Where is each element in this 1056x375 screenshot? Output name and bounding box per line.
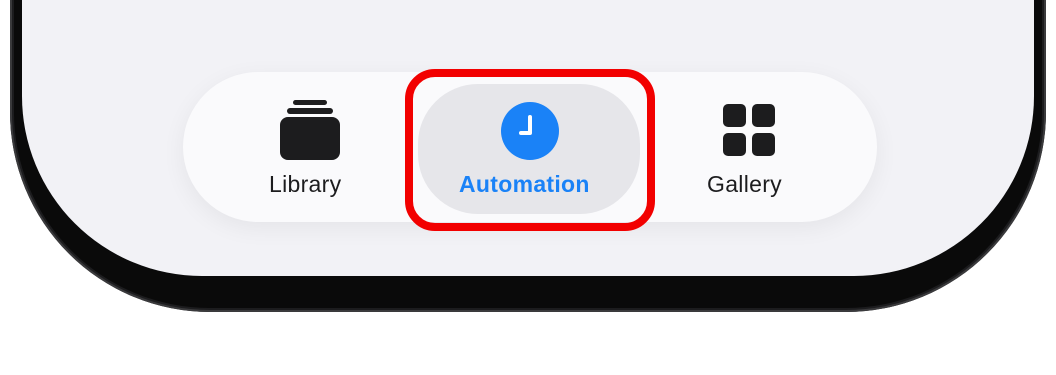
grid-icon (723, 104, 775, 156)
tab-library[interactable]: Library (240, 90, 380, 210)
tab-library-label: Library (269, 171, 342, 197)
tab-automation-label: Automation (459, 171, 590, 197)
tab-gallery-label: Gallery (707, 171, 782, 197)
tab-automation[interactable]: Automation (440, 90, 620, 210)
tab-gallery[interactable]: Gallery (680, 90, 820, 210)
screenshot-stage: Library Automation Gallery (0, 0, 1056, 375)
clock-icon (501, 102, 559, 160)
library-stack-icon (280, 100, 340, 160)
